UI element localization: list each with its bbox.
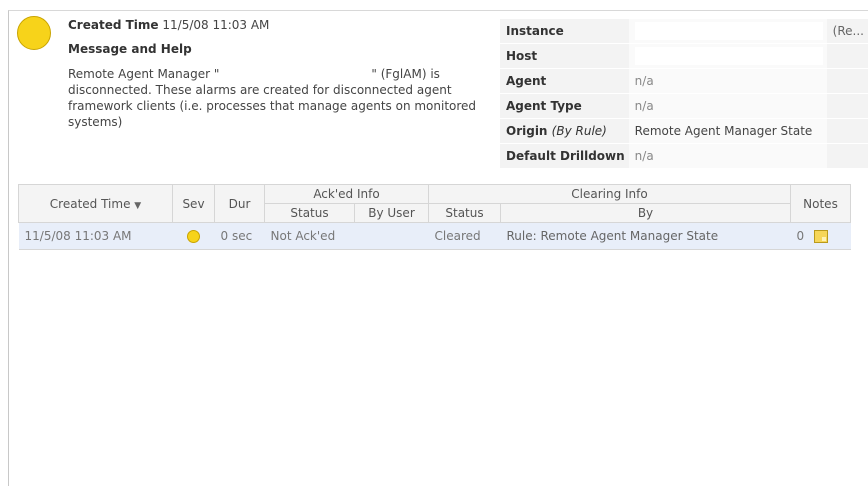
column-header-clear-status[interactable]: Status (428, 203, 501, 223)
origin-label: Origin (506, 124, 548, 138)
note-icon[interactable] (814, 230, 829, 243)
instance-value (628, 19, 827, 44)
cell-ack-by-user (354, 222, 429, 250)
column-header-clear-by[interactable]: By (500, 203, 791, 223)
host-label: Host (500, 43, 629, 69)
notes-count: 0 (796, 229, 805, 243)
drilldown-label: Default Drilldown (500, 143, 629, 169)
alarm-history-grid: Created Time ▼ Sev Dur Ack'ed Info Clear… (18, 184, 851, 250)
property-row-drilldown: Default Drilldown n/a (500, 143, 868, 169)
origin-qualifier-wrap: (By Rule) (551, 124, 607, 138)
table-row[interactable]: 11/5/08 11:03 AM 0 sec Not Ack'ed Cleare… (18, 222, 851, 250)
created-time-label: Created Time (68, 18, 159, 32)
created-time-value: 11/5/08 11:03 AM (162, 18, 270, 32)
origin-qualifier: By Rule (556, 124, 603, 138)
message-part-1: Remote Agent Manager " (68, 67, 220, 81)
agent-type-label: Agent Type (500, 93, 629, 119)
created-time-header-label: Created Time (49, 196, 131, 211)
cell-notes: 0 (790, 222, 851, 250)
property-row-host: Host (500, 43, 868, 69)
alarm-message: Remote Agent Manager " " (FglAM) is disco… (68, 66, 496, 130)
column-header-sev[interactable]: Sev (172, 184, 215, 223)
column-header-ack-status[interactable]: Status (264, 203, 355, 223)
redacted-area (634, 22, 823, 40)
alarm-properties-table: Instance (Re... Host Agent n/a Agent Typ… (500, 19, 868, 169)
column-group-clearing-info: Clearing Info (428, 184, 791, 204)
cell-clear-status: Cleared (428, 222, 501, 250)
severity-warning-icon (17, 16, 51, 50)
redacted-area (219, 68, 372, 81)
cell-dur: 0 sec (214, 222, 265, 250)
agent-value: n/a (628, 68, 827, 94)
property-row-instance: Instance (Re... (500, 19, 868, 44)
instance-label: Instance (500, 19, 629, 44)
sort-desc-icon: ▼ (134, 200, 142, 211)
drilldown-value: n/a (628, 143, 827, 169)
cell-sev (172, 222, 215, 250)
column-header-created-time[interactable]: Created Time ▼ (18, 184, 173, 223)
severity-warning-icon (187, 230, 200, 243)
column-group-acked-info: Ack'ed Info (264, 184, 429, 204)
cell-clear-by: Rule: Remote Agent Manager State (500, 222, 791, 250)
origin-label-cell: Origin (By Rule) (500, 118, 629, 144)
instance-extra: (Re... (826, 19, 868, 44)
host-value (628, 43, 827, 69)
property-row-agent: Agent n/a (500, 68, 868, 94)
property-row-agent-type: Agent Type n/a (500, 93, 868, 119)
cell-ack-status: Not Ack'ed (264, 222, 355, 250)
message-and-help-title: Message and Help (68, 42, 192, 56)
agent-type-value: n/a (628, 93, 827, 119)
created-time-line: Created Time 11/5/08 11:03 AM (68, 18, 269, 32)
redacted-area (634, 47, 823, 65)
agent-label: Agent (500, 68, 629, 94)
cell-created-time: 11/5/08 11:03 AM (18, 222, 173, 250)
column-header-dur[interactable]: Dur (214, 184, 265, 223)
origin-value: Remote Agent Manager State (628, 118, 827, 144)
property-row-origin: Origin (By Rule) Remote Agent Manager St… (500, 118, 868, 144)
column-header-ack-by-user[interactable]: By User (354, 203, 429, 223)
column-header-notes[interactable]: Notes (790, 184, 851, 223)
